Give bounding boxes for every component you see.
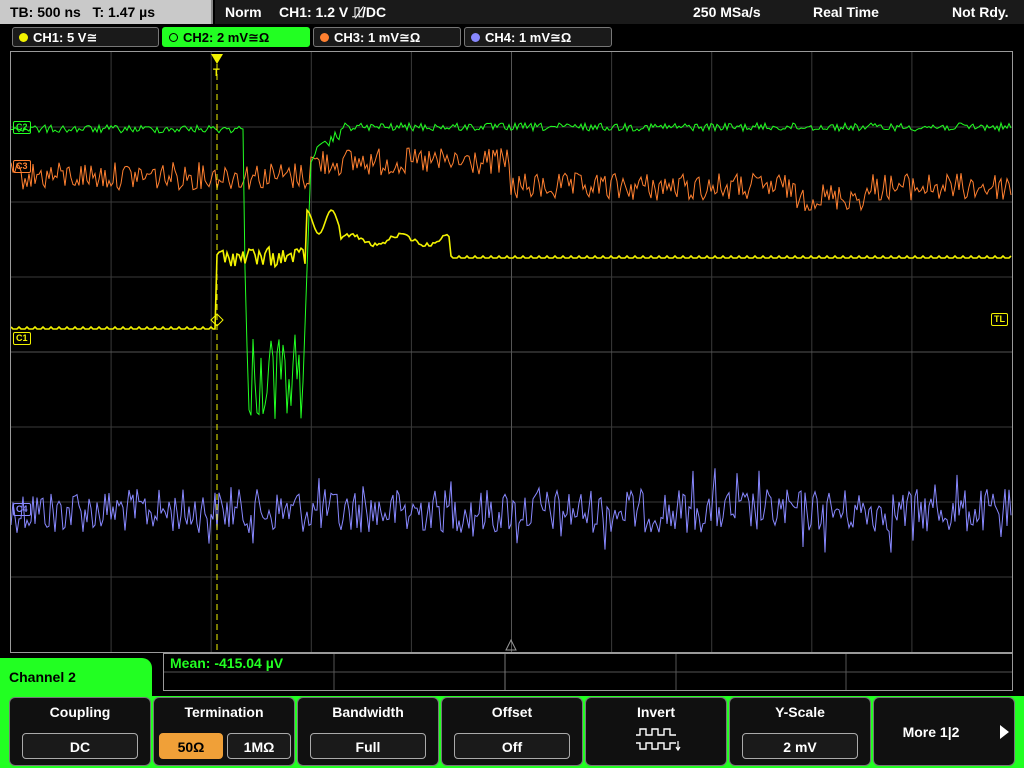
yscale-softkey[interactable]: Y-Scale 2 mV: [729, 697, 871, 766]
coupling-value[interactable]: DC: [22, 733, 138, 759]
sample-rate-label: 250 MSa/s: [693, 4, 761, 20]
tab-ch4-label: CH4: 1 mV≅Ω: [485, 30, 572, 45]
invert-softkey[interactable]: Invert: [585, 697, 727, 766]
tab-ch2[interactable]: CH2: 2 mV≅Ω: [162, 27, 310, 47]
more-label: More 1|2: [902, 724, 960, 740]
ch3-ground-marker[interactable]: C3: [13, 160, 31, 173]
ch2-dot-icon: [169, 33, 178, 42]
tab-ch2-label: CH2: 2 mV≅Ω: [183, 30, 270, 45]
bandwidth-value[interactable]: Full: [310, 733, 426, 759]
termination-50ohm-option[interactable]: 50Ω: [159, 733, 223, 759]
ch1-ground-marker[interactable]: C1: [13, 332, 31, 345]
trigger-label[interactable]: CH1: 1.2 V ⎍̸/DC: [279, 0, 386, 24]
bandwidth-title: Bandwidth: [332, 704, 404, 720]
tab-ch1-label: CH1: 5 V≅: [33, 30, 98, 45]
coupling-softkey[interactable]: Coupling DC: [9, 697, 151, 766]
measurement-grid: [164, 654, 1012, 690]
tab-ch1[interactable]: CH1: 5 V≅: [12, 27, 159, 47]
invert-waveform-icon: [636, 728, 681, 752]
offset-softkey[interactable]: Offset Off: [441, 697, 583, 766]
ready-status-label: Not Rdy.: [952, 4, 1009, 20]
bandwidth-softkey[interactable]: Bandwidth Full: [297, 697, 439, 766]
tab-ch3[interactable]: CH3: 1 mV≅Ω: [313, 27, 461, 47]
ch1-dot-icon: [19, 33, 28, 42]
yscale-value[interactable]: 2 mV: [742, 733, 858, 759]
acq-mode-label: Real Time: [813, 4, 879, 20]
more-softkey[interactable]: More 1|2: [873, 697, 1015, 766]
offset-title: Offset: [491, 704, 533, 720]
trigger-time-label: T: 1.47 µs: [92, 4, 156, 20]
timebase-status[interactable]: TB: 500 ns T: 1.47 µs: [0, 0, 213, 24]
play-arrow-icon: [1000, 725, 1009, 739]
graticule: [11, 52, 1012, 652]
ch3-dot-icon: [320, 33, 329, 42]
ch2-ground-marker[interactable]: C2: [13, 121, 31, 134]
offset-value[interactable]: Off: [454, 733, 570, 759]
trigger-position-icon[interactable]: [211, 54, 223, 64]
waveform-canvas: T: [11, 52, 1012, 652]
tab-ch3-label: CH3: 1 mV≅Ω: [334, 30, 421, 45]
menu-title: Channel 2: [0, 658, 152, 696]
waveform-display[interactable]: T C2 C3 C1 C4 TL: [10, 51, 1013, 653]
timebase-label: TB: 500 ns: [10, 4, 81, 20]
coupling-title: Coupling: [49, 704, 111, 720]
status-bar: Norm CH1: 1.2 V ⎍̸/DC 250 MSa/s Real Tim…: [215, 0, 1024, 24]
invert-title: Invert: [636, 704, 676, 720]
measurement-bar: Mean: -415.04 µV: [163, 653, 1013, 691]
termination-1mohm-option[interactable]: 1MΩ: [227, 733, 291, 759]
tab-ch4[interactable]: CH4: 1 mV≅Ω: [464, 27, 612, 47]
ch4-dot-icon: [471, 33, 480, 42]
mean-measurement[interactable]: Mean: -415.04 µV: [170, 655, 283, 671]
yscale-title: Y-Scale: [775, 704, 825, 720]
termination-softkey[interactable]: Termination 50Ω 1MΩ: [153, 697, 295, 766]
trigger-mode-label[interactable]: Norm: [225, 0, 262, 24]
trigger-position-label: T: [213, 67, 220, 79]
trigger-level-marker[interactable]: TL: [991, 313, 1008, 326]
termination-title: Termination: [184, 704, 264, 720]
ch4-ground-marker[interactable]: C4: [13, 503, 31, 516]
